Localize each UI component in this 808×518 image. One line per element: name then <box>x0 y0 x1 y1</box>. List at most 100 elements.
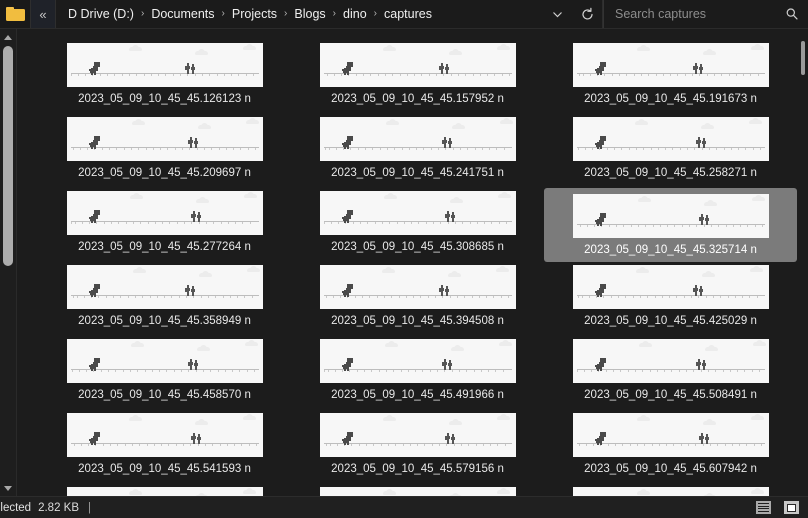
file-thumbnail[interactable] <box>66 487 263 496</box>
dino-sprite <box>593 284 606 297</box>
file-item[interactable]: 2023_05_09_10_45_45.607942 n <box>544 410 797 484</box>
cloud-icon <box>243 192 257 198</box>
toolbar: « D Drive (D:) › Documents › Projects › … <box>0 0 808 29</box>
cloud-icon <box>496 488 510 494</box>
file-thumbnail[interactable] <box>66 413 263 457</box>
file-thumbnail[interactable] <box>319 43 516 87</box>
cloud-icon <box>197 123 211 129</box>
cloud-icon <box>449 197 463 203</box>
content-area: 2023_05_09_10_45_45.126123 n 2023_05_09_1… <box>0 29 808 496</box>
file-item[interactable]: 2023_05_09_10_45_45.541593 n <box>38 410 291 484</box>
cactus-sprite <box>190 433 202 444</box>
refresh-button[interactable] <box>572 7 602 22</box>
cloud-icon <box>636 489 650 495</box>
breadcrumb-item-3[interactable]: Blogs <box>288 0 331 28</box>
cloud-icon <box>448 49 462 55</box>
breadcrumb-item-0[interactable]: D Drive (D:) <box>61 0 140 28</box>
file-item-partial[interactable] <box>544 484 797 496</box>
cloud-icon <box>447 271 461 277</box>
file-item[interactable]: 2023_05_09_10_45_45.277264 n <box>38 188 291 262</box>
search-icon <box>786 8 798 20</box>
file-thumbnail[interactable] <box>66 265 263 309</box>
file-thumbnail[interactable] <box>572 339 769 383</box>
file-item[interactable]: 2023_05_09_10_45_45.358949 n <box>38 262 291 336</box>
file-thumbnail[interactable] <box>319 265 516 309</box>
secondary-scroll-indicator[interactable] <box>801 41 805 75</box>
file-item[interactable]: 2023_05_09_10_45_45.491966 n <box>291 336 544 410</box>
file-name-label: 2023_05_09_10_45_45.277264 n <box>78 241 251 253</box>
dino-sprite <box>340 284 353 297</box>
dino-sprite <box>87 358 100 371</box>
cloud-icon <box>636 45 650 51</box>
cloud-icon <box>499 118 513 124</box>
file-thumbnail[interactable] <box>66 117 263 161</box>
file-item[interactable]: 2023_05_09_10_45_45.241751 n <box>291 114 544 188</box>
breadcrumb-item-5[interactable]: captures <box>378 0 438 28</box>
view-mode-icons-button[interactable] <box>780 499 802 517</box>
file-item-partial[interactable] <box>38 484 291 496</box>
cactus-sprite <box>184 63 196 74</box>
file-thumbnail[interactable] <box>572 487 769 496</box>
file-item[interactable]: 2023_05_09_10_45_45.308685 n <box>291 188 544 262</box>
file-thumbnail[interactable] <box>319 191 516 235</box>
search-box[interactable]: Search captures <box>603 0 808 28</box>
cloud-icon <box>702 419 716 425</box>
dino-sprite <box>593 432 606 445</box>
file-item[interactable]: 2023_05_09_10_45_45.425029 n <box>544 262 797 336</box>
file-thumbnail[interactable] <box>572 117 769 161</box>
file-thumbnail[interactable] <box>66 339 263 383</box>
breadcrumb-item-1[interactable]: Documents <box>145 0 220 28</box>
cloud-icon <box>194 419 208 425</box>
vertical-scrollbar[interactable] <box>0 29 17 496</box>
file-thumbnail[interactable] <box>66 43 263 87</box>
file-thumbnail[interactable] <box>319 117 516 161</box>
view-mode-list-button[interactable] <box>752 499 774 517</box>
file-item[interactable]: 2023_05_09_10_45_45.508491 n <box>544 336 797 410</box>
scroll-down-button[interactable] <box>0 480 17 496</box>
file-thumbnail[interactable] <box>572 43 769 87</box>
dino-sprite <box>340 136 353 149</box>
file-name-label: 2023_05_09_10_45_45.394508 n <box>331 315 504 327</box>
file-thumbnail[interactable] <box>319 413 516 457</box>
cloud-icon <box>497 192 511 198</box>
file-thumbnail[interactable] <box>572 194 769 238</box>
cloud-icon <box>636 415 650 421</box>
file-thumbnail[interactable] <box>572 413 769 457</box>
cloud-icon <box>634 119 648 125</box>
file-item[interactable]: 2023_05_09_10_45_45.209697 n <box>38 114 291 188</box>
cactus-sprite <box>695 359 707 370</box>
dino-sprite <box>593 136 606 149</box>
file-thumbnail[interactable] <box>319 339 516 383</box>
scrollbar-thumb[interactable] <box>2 46 13 266</box>
cloud-icon <box>750 44 764 50</box>
cactus-sprite <box>692 63 704 74</box>
large-icons-view-icon <box>783 501 799 514</box>
file-item[interactable]: 2023_05_09_10_45_45.394508 n <box>291 262 544 336</box>
cloud-icon <box>702 49 716 55</box>
file-item[interactable]: 2023_05_09_10_45_45.126123 n <box>38 40 291 114</box>
breadcrumb-item-2[interactable]: Projects <box>226 0 283 28</box>
file-name-label: 2023_05_09_10_45_45.579156 n <box>331 463 504 475</box>
file-thumbnail[interactable] <box>66 191 263 235</box>
file-item[interactable]: 2023_05_09_10_45_45.157952 n <box>291 40 544 114</box>
file-item[interactable]: 2023_05_09_10_45_45.579156 n <box>291 410 544 484</box>
breadcrumb-dropdown-button[interactable] <box>542 8 572 21</box>
file-item[interactable]: 2023_05_09_10_45_45.258271 n <box>544 114 797 188</box>
file-item[interactable]: 2023_05_09_10_45_45.191673 n <box>544 40 797 114</box>
file-thumbnail[interactable] <box>319 487 516 496</box>
folder-icon-button[interactable] <box>0 0 30 28</box>
file-thumbnail[interactable] <box>572 265 769 309</box>
cloud-icon <box>128 415 142 421</box>
file-item-partial[interactable] <box>291 484 544 496</box>
breadcrumb-overflow-button[interactable]: « <box>30 0 56 28</box>
cloud-icon <box>242 44 256 50</box>
breadcrumb-item-4[interactable]: dino <box>337 0 373 28</box>
cactus-sprite <box>190 211 202 222</box>
cloud-icon <box>129 193 143 199</box>
scrollbar-track[interactable] <box>0 45 17 480</box>
scroll-up-button[interactable] <box>0 29 17 45</box>
search-input[interactable]: Search captures <box>615 7 785 21</box>
file-item-selected[interactable]: 2023_05_09_10_45_45.325714 n <box>544 188 797 262</box>
file-item[interactable]: 2023_05_09_10_45_45.458570 n <box>38 336 291 410</box>
triangle-up-icon <box>4 34 12 40</box>
